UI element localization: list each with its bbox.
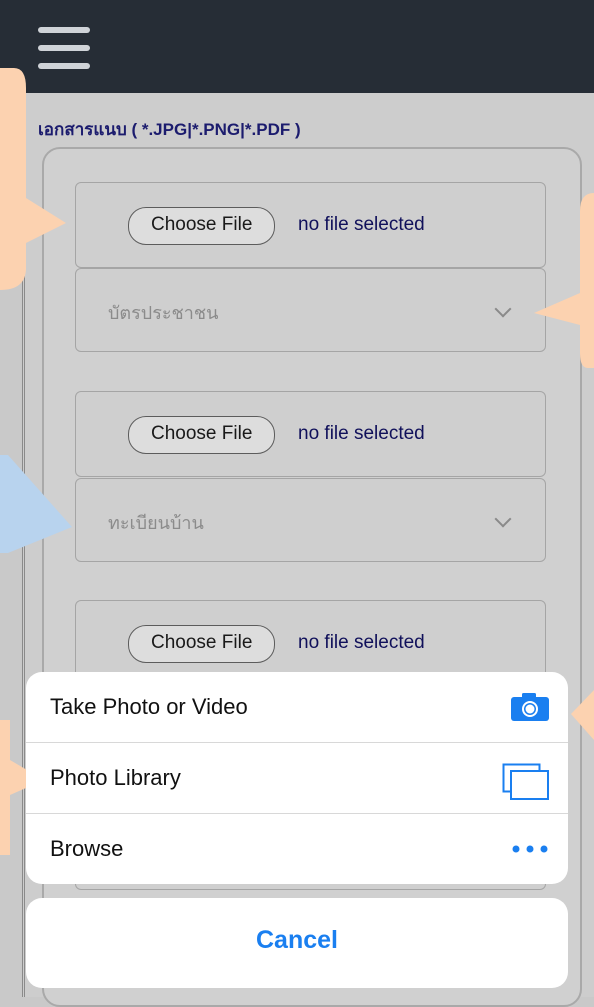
browse-option[interactable]: Browse [26,814,568,884]
chevron-down-icon [494,510,512,528]
file-upload-box-1: Choose File no file selected [75,182,546,268]
choose-file-button-2[interactable]: Choose File [128,416,276,454]
photo-library-label: Photo Library [50,765,181,790]
file-upload-box-2: Choose File no file selected [75,391,546,477]
select-value-2: ทะเบียนบ้าน [108,513,204,534]
file-status-2: no file selected [298,423,425,444]
take-photo-option[interactable]: Take Photo or Video [26,672,568,742]
chevron-down-icon [494,300,512,318]
photo-library-icon [502,763,550,806]
select-value-1: บัตรประชาชน [108,303,219,324]
hamburger-menu-icon[interactable] [38,27,90,69]
choose-file-button-3[interactable]: Choose File [128,625,276,663]
blue-speech-bubble-left [0,455,72,553]
peach-speech-bubble-left [0,68,66,290]
take-photo-label: Take Photo or Video [50,694,248,719]
document-type-select-2[interactable]: ทะเบียนบ้าน [75,478,546,562]
peach-speech-bubble-lower-right [571,690,594,740]
cancel-label: Cancel [256,926,338,954]
peach-speech-bubble-right [534,193,594,368]
photo-library-option[interactable]: Photo Library [26,743,568,813]
attachments-label: เอกสารแนบ ( *.JPG|*.PNG|*.PDF ) [38,120,301,139]
action-sheet: Take Photo or Video Photo Library Browse [26,672,568,884]
more-icon [510,834,550,869]
cancel-button[interactable]: Cancel [26,898,568,988]
document-type-select-1[interactable]: บัตรประชาชน [75,268,546,352]
choose-file-button-1[interactable]: Choose File [128,207,276,245]
browse-label: Browse [50,836,124,861]
camera-icon [510,692,550,727]
file-status-1: no file selected [298,214,425,235]
top-bar [0,0,594,93]
file-status-3: no file selected [298,632,425,653]
